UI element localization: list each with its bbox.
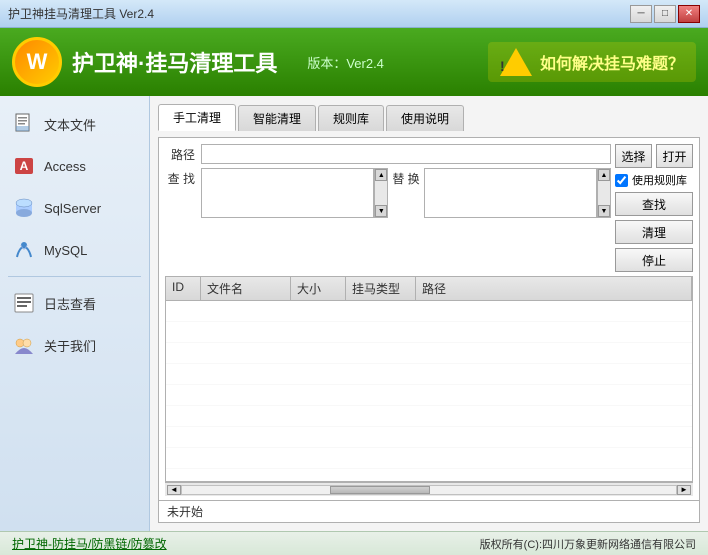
replace-scroll[interactable]: ▲ ▼ [597, 168, 611, 218]
header-left: W 护卫神·挂马清理工具 版本：Ver2.4 [12, 37, 384, 87]
main-layout: 文本文件 A Access SqlServer [0, 96, 708, 531]
bottom-copyright: 版权所有(C):四川万象更新网络通信有限公司 [480, 536, 696, 552]
form-section: 路径 查 找 ▲ ▼ 替 换 [159, 138, 699, 276]
use-rulelib-row: 使用规则库 [615, 172, 693, 188]
warning-icon: ! [500, 48, 532, 76]
status-bar: 未开始 [159, 500, 699, 522]
maximize-button[interactable]: □ [654, 5, 676, 23]
table-header: ID 文件名 大小 挂马类型 路径 [166, 277, 692, 301]
scroll-right-arrow[interactable]: ► [677, 485, 691, 495]
header: W 护卫神·挂马清理工具 版本：Ver2.4 ! 如何解决挂马难题？ [0, 28, 708, 96]
sidebar-label-mysql: MySQL [44, 243, 87, 258]
access-icon: A [12, 154, 36, 178]
scroll-track[interactable] [181, 485, 677, 495]
col-id: ID [166, 277, 201, 300]
table-empty-rows [166, 301, 692, 481]
search-scroll-down[interactable]: ▼ [375, 205, 387, 217]
replace-label: 替 换 [388, 168, 423, 218]
minimize-button[interactable]: ─ [630, 5, 652, 23]
right-buttons: 选择 打开 使用规则库 查找 清理 停止 [615, 144, 693, 272]
close-button[interactable]: ✕ [678, 5, 700, 23]
path-row: 路径 [165, 144, 611, 164]
form-left: 路径 查 找 ▲ ▼ 替 换 [165, 144, 611, 218]
search-button[interactable]: 查找 [615, 192, 693, 216]
stop-button[interactable]: 停止 [615, 248, 693, 272]
search-replace-container: ▲ ▼ 替 换 ▲ ▼ [201, 168, 611, 218]
sqlserver-icon [12, 196, 36, 220]
sidebar-label-sqlserver: SqlServer [44, 201, 101, 216]
header-version: 版本：Ver2.4 [307, 53, 384, 72]
tab-rule-lib[interactable]: 规则库 [318, 105, 384, 131]
text-file-icon [12, 112, 36, 136]
table-body [166, 301, 692, 481]
col-path: 路径 [416, 277, 692, 300]
col-size: 大小 [291, 277, 346, 300]
tab-smart-clean[interactable]: 智能清理 [238, 105, 316, 131]
header-question-text: 如何解决挂马难题？ [540, 50, 684, 74]
use-rulelib-checkbox[interactable] [615, 174, 628, 187]
log-icon [12, 291, 36, 315]
sidebar-item-access[interactable]: A Access [0, 146, 149, 186]
scroll-left-arrow[interactable]: ◄ [167, 485, 181, 495]
col-filename: 文件名 [201, 277, 291, 300]
title-bar-buttons: ─ □ ✕ [630, 5, 700, 23]
col-malware-type: 挂马类型 [346, 277, 416, 300]
search-replace-row: 查 找 ▲ ▼ 替 换 ▲ [165, 168, 611, 218]
header-right[interactable]: ! 如何解决挂马难题？ [488, 42, 696, 82]
svg-text:A: A [20, 159, 29, 173]
clean-button[interactable]: 清理 [615, 220, 693, 244]
select-open-row: 选择 打开 [615, 144, 693, 168]
replace-scroll-down[interactable]: ▼ [598, 205, 610, 217]
use-rulelib-label: 使用规则库 [632, 172, 687, 188]
search-scroll-up[interactable]: ▲ [375, 169, 387, 181]
sidebar-item-mysql[interactable]: MySQL [0, 230, 149, 270]
h-scrollbar[interactable]: ◄ ► [165, 482, 693, 496]
select-button[interactable]: 选择 [615, 144, 652, 168]
content-area: 手工清理 智能清理 规则库 使用说明 路径 [150, 96, 708, 531]
search-label: 查 找 [165, 168, 195, 218]
replace-scroll-up[interactable]: ▲ [598, 169, 610, 181]
open-button[interactable]: 打开 [656, 144, 693, 168]
sidebar-item-sqlserver[interactable]: SqlServer [0, 188, 149, 228]
path-input[interactable] [201, 144, 611, 164]
status-text: 未开始 [167, 505, 203, 519]
sidebar-item-log-viewer[interactable]: 日志查看 [0, 283, 149, 323]
sidebar-label-access: Access [44, 159, 86, 174]
about-icon [12, 333, 36, 357]
sidebar-divider [8, 276, 141, 277]
sidebar-label-about: 关于我们 [44, 336, 96, 355]
replace-input[interactable] [424, 168, 597, 218]
sidebar-item-about[interactable]: 关于我们 [0, 325, 149, 365]
sidebar-label-log-viewer: 日志查看 [44, 294, 96, 313]
table-wrapper: ID 文件名 大小 挂马类型 路径 [165, 276, 693, 482]
tab-usage-notes[interactable]: 使用说明 [386, 105, 464, 131]
tab-content-panel: 路径 查 找 ▲ ▼ 替 换 [158, 137, 700, 523]
title-bar: 护卫神挂马清理工具 Ver2.4 ─ □ ✕ [0, 0, 708, 28]
path-label: 路径 [165, 144, 195, 163]
sidebar-label-text-files: 文本文件 [44, 115, 96, 134]
bottom-link[interactable]: 护卫神-防挂马/防黑链/防篡改 [12, 535, 167, 552]
mysql-icon [12, 238, 36, 262]
search-input[interactable] [201, 168, 374, 218]
title-bar-text: 护卫神挂马清理工具 Ver2.4 [8, 5, 154, 22]
tab-manual-clean[interactable]: 手工清理 [158, 104, 236, 131]
search-scroll[interactable]: ▲ ▼ [374, 168, 388, 218]
tab-bar: 手工清理 智能清理 规则库 使用说明 [158, 104, 700, 131]
sidebar: 文本文件 A Access SqlServer [0, 96, 150, 531]
header-title: 护卫神·挂马清理工具 [72, 46, 277, 78]
header-logo: W [12, 37, 62, 87]
sidebar-item-text-files[interactable]: 文本文件 [0, 104, 149, 144]
scroll-thumb[interactable] [330, 486, 430, 494]
